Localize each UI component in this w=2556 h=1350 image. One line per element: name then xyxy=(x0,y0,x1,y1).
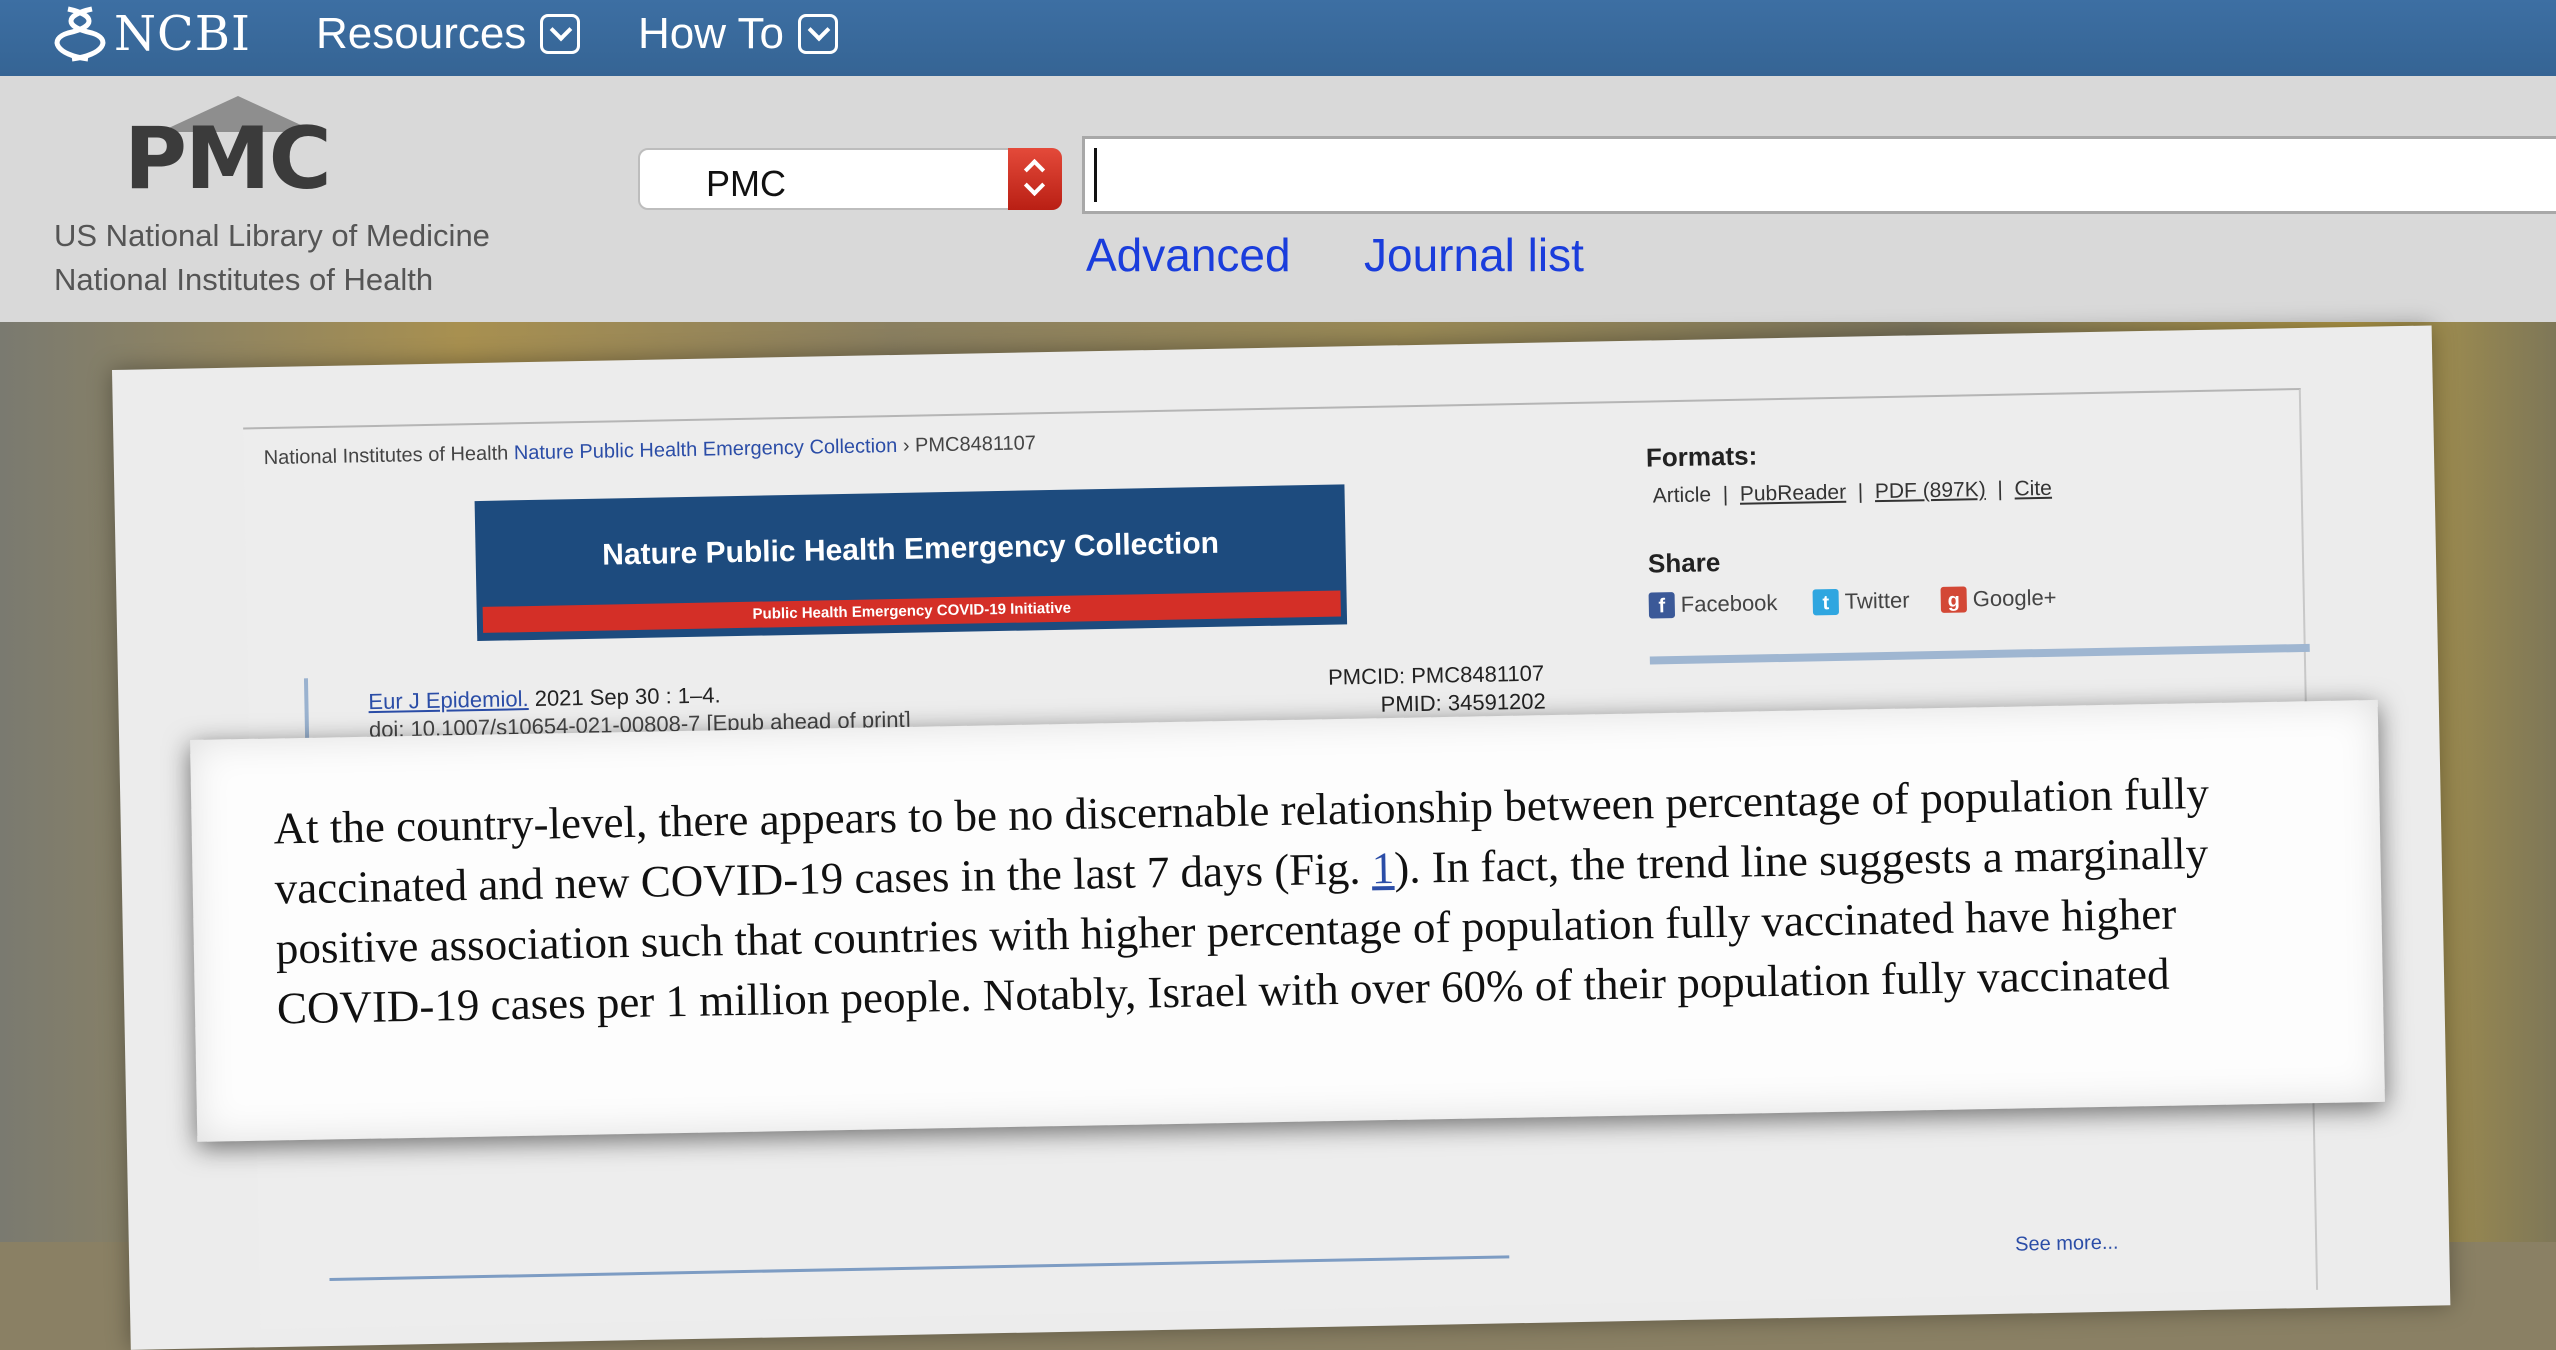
text-caret xyxy=(1094,148,1097,202)
facebook-icon: f xyxy=(1648,592,1676,619)
breadcrumb-prefix[interactable]: National Institutes of Health xyxy=(264,442,509,469)
ncbi-top-bar: NCBI Resources How To xyxy=(0,0,2556,76)
pmid: PMID: 34591202 xyxy=(1380,688,1546,717)
share-twitter-label: Twitter xyxy=(1844,587,1910,614)
journal-citation: Eur J Epidemiol. 2021 Sep 30 : 1–4. xyxy=(368,682,721,715)
ncbi-logo-text: NCBI xyxy=(114,6,251,62)
journal-list-link[interactable]: Journal list xyxy=(1364,228,1584,282)
banner-subtitle: Public Health Emergency COVID-19 Initiat… xyxy=(482,590,1341,633)
share-google[interactable]: g Google+ xyxy=(1940,584,2057,613)
menu-how-to[interactable]: How To xyxy=(638,6,838,62)
twitter-icon: t xyxy=(1812,588,1840,616)
share-google-label: Google+ xyxy=(1972,584,2057,612)
side-panel: Formats: Article | PubReader | PDF (897K… xyxy=(1645,430,2310,742)
chevron-down-icon xyxy=(797,14,838,54)
see-more-link[interactable]: See more... xyxy=(2015,1232,2119,1257)
pmc-header: PMC US National Library of Medicine Nati… xyxy=(0,76,2556,324)
org-line-nlm: US National Library of Medicine xyxy=(54,218,490,253)
search-input[interactable] xyxy=(1082,136,2556,214)
format-article: Article xyxy=(1652,483,1712,508)
database-select[interactable]: PMC xyxy=(638,148,1062,210)
side-rule xyxy=(1649,643,2310,665)
menu-resources-label: Resources xyxy=(316,9,527,58)
ncbi-logo[interactable]: NCBI xyxy=(52,4,251,64)
menu-how-to-label: How To xyxy=(638,9,784,58)
menu-resources[interactable]: Resources xyxy=(316,6,581,62)
share-facebook[interactable]: f Facebook xyxy=(1648,590,1778,619)
collection-banner[interactable]: Nature Public Health Emergency Collectio… xyxy=(474,484,1348,642)
share-heading: Share xyxy=(1647,547,1721,579)
google-plus-icon: g xyxy=(1940,586,1967,613)
bottom-rule xyxy=(329,1255,1510,1281)
format-pdf-link[interactable]: PDF (897K) xyxy=(1875,478,1986,503)
formats-heading: Formats: xyxy=(1645,440,1758,473)
format-cite-link[interactable]: Cite xyxy=(2014,477,2052,501)
format-pubreader-link[interactable]: PubReader xyxy=(1740,481,1847,506)
database-select-value: PMC xyxy=(706,163,786,204)
quote-text: At the country-level, there appears to b… xyxy=(273,761,2327,1039)
chevron-down-icon xyxy=(540,14,581,54)
pmc-logo[interactable]: PMC xyxy=(120,96,332,204)
org-line-nih: National Institutes of Health xyxy=(54,262,434,297)
breadcrumb-collection-link[interactable]: Nature Public Health Emergency Collectio… xyxy=(514,435,898,464)
advanced-link[interactable]: Advanced xyxy=(1086,228,1291,282)
share-twitter[interactable]: t Twitter xyxy=(1812,587,1910,616)
breadcrumb-current: › PMC8481107 xyxy=(902,432,1037,457)
ncbi-helix-icon xyxy=(54,6,106,62)
quote-callout: At the country-level, there appears to b… xyxy=(190,699,2385,1142)
share-facebook-label: Facebook xyxy=(1680,590,1778,617)
format-links: Article | PubReader | PDF (897K) | Cite xyxy=(1652,476,2053,508)
pmc-logo-text: PMC xyxy=(124,109,332,209)
breadcrumb: National Institutes of Health Nature Pub… xyxy=(264,432,1037,470)
banner-title: Nature Public Health Emergency Collectio… xyxy=(601,526,1220,572)
figure-reference-link[interactable]: 1 xyxy=(1371,843,1394,893)
select-arrows-icon xyxy=(1008,148,1062,210)
pmcid: PMCID: PMC8481107 xyxy=(1327,660,1545,690)
journal-date: 2021 Sep 30 : 1–4. xyxy=(534,682,721,711)
journal-link[interactable]: Eur J Epidemiol. xyxy=(368,686,529,714)
